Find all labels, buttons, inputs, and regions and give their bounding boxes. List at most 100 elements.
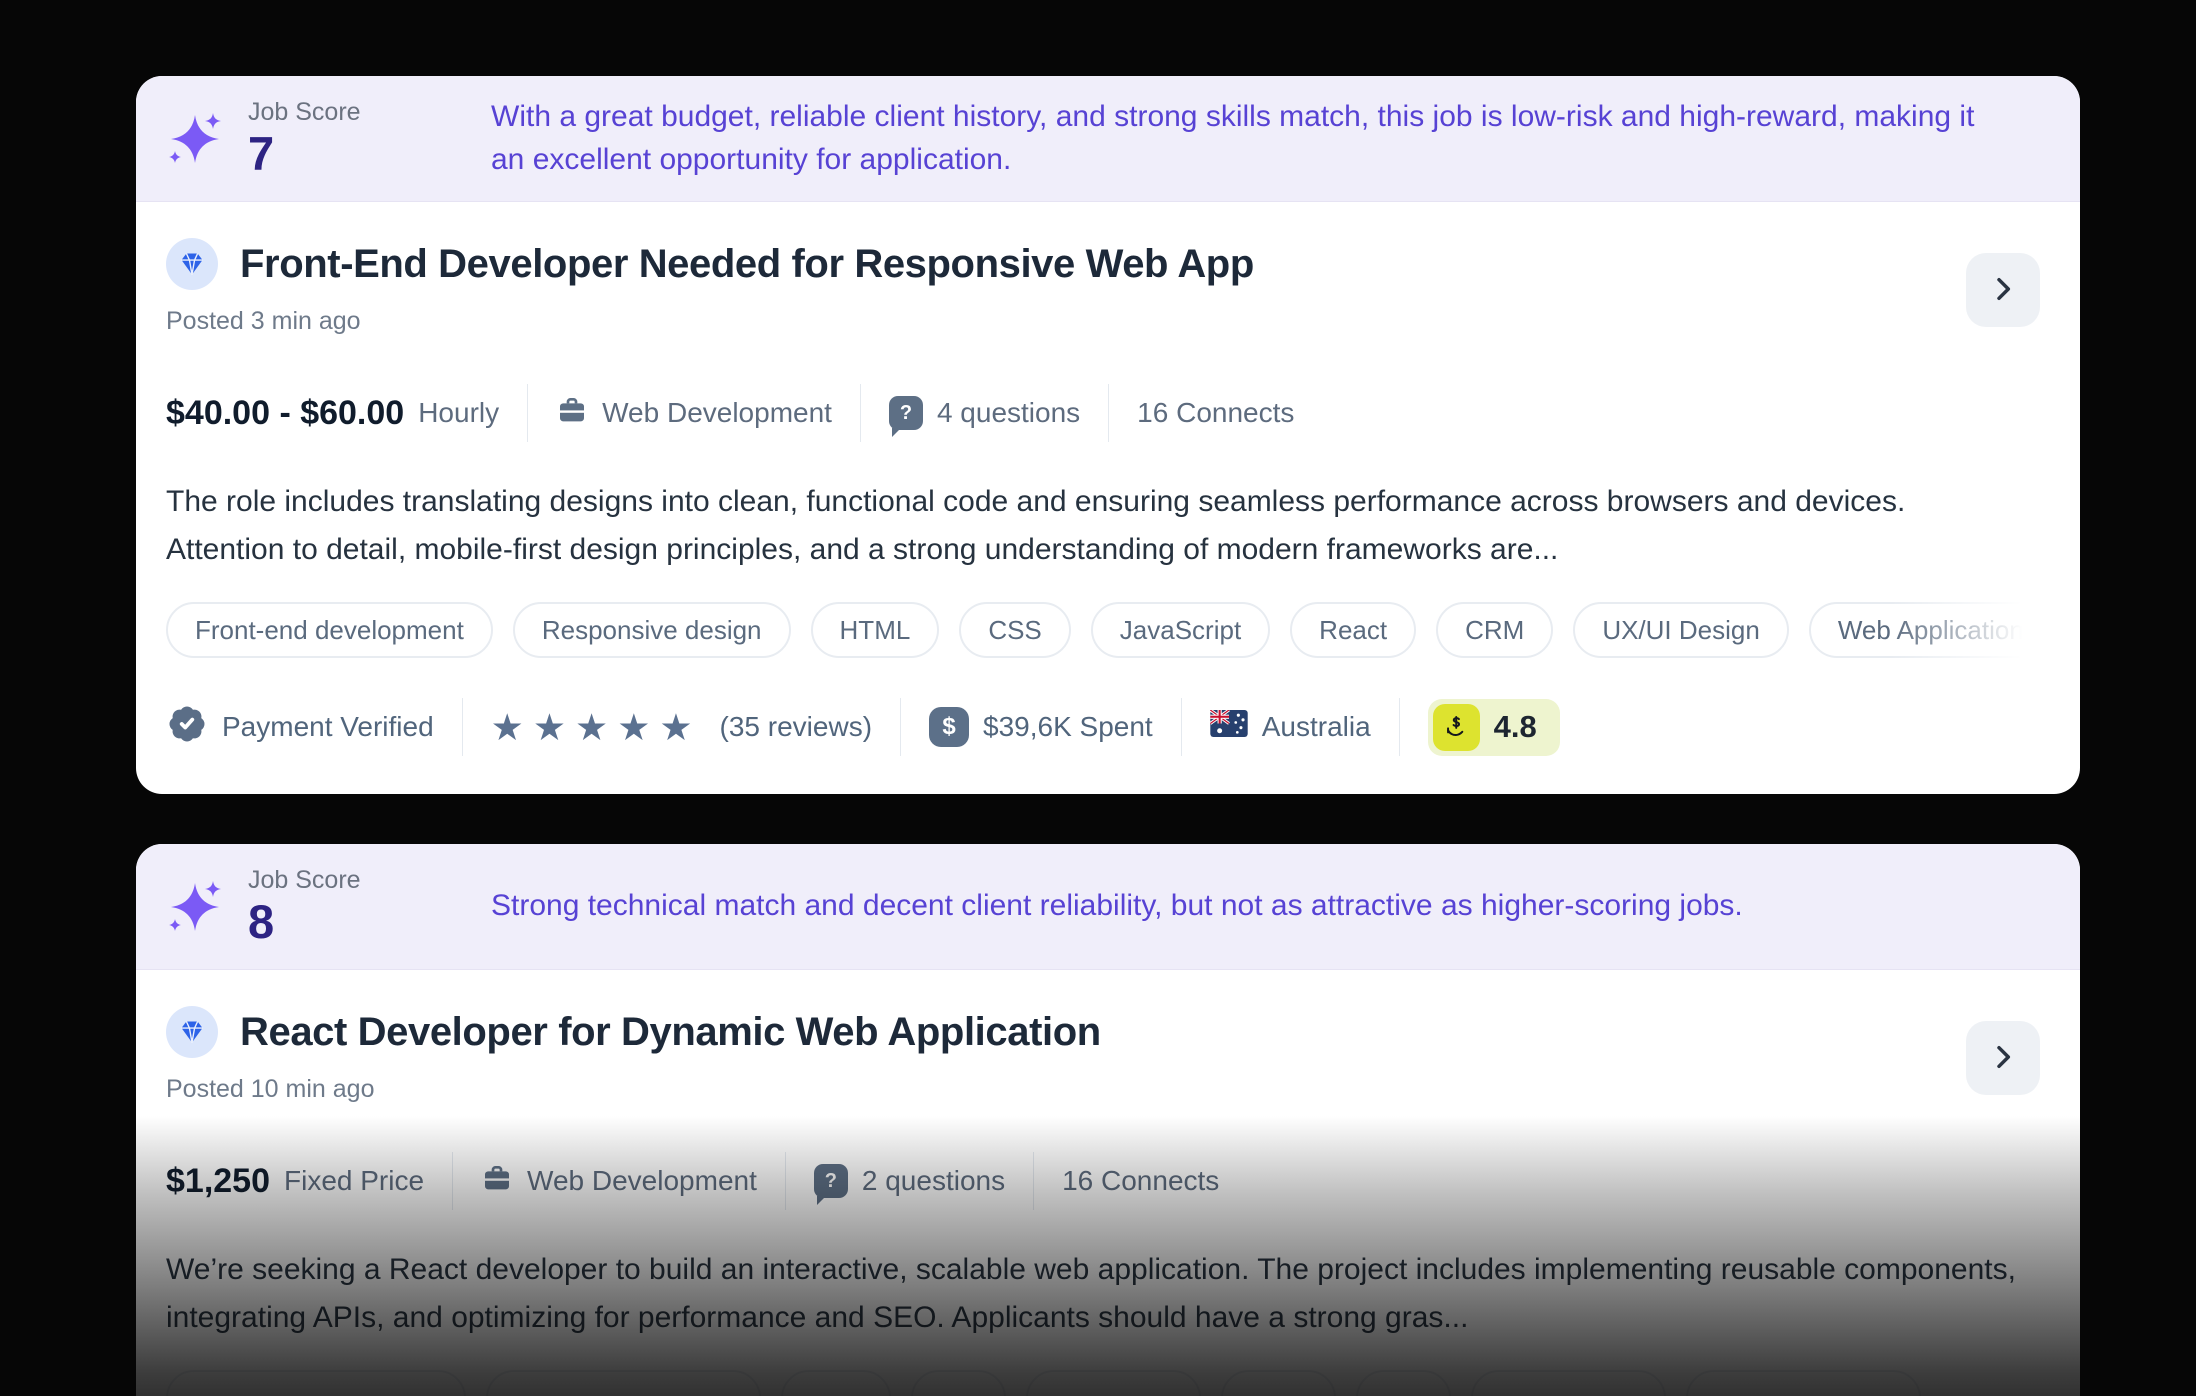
chevron-right-icon	[1987, 273, 2019, 308]
job-title-row: React Developer for Dynamic Web Applicat…	[166, 1006, 2040, 1058]
open-job-button[interactable]	[1966, 253, 2040, 327]
skill-tag[interactable]: UX/UI Design	[1573, 602, 1789, 658]
divider	[1108, 384, 1110, 442]
hand-coins-icon	[1432, 703, 1480, 751]
posted-time: Posted 10 min ago	[166, 1075, 375, 1103]
job-insight-text: Strong technical match and decent client…	[491, 889, 1743, 923]
star-icon: ★	[532, 706, 567, 748]
job-score-label: Job Score	[248, 865, 361, 894]
job-price-type: Fixed Price	[284, 1165, 425, 1196]
skill-tag	[1686, 1370, 1921, 1396]
rating-stars: ★ ★ ★ ★ ★	[491, 709, 702, 746]
question-bubble-icon: ?	[813, 1164, 848, 1205]
job-category: Web Development	[481, 1162, 757, 1201]
job-connects: 16 Connects	[1062, 1165, 1219, 1197]
job-score-band: Job Score 7 With a great budget, reliabl…	[136, 76, 2080, 202]
skill-tag	[1356, 1370, 1451, 1396]
skill-tag[interactable]: Front-end development	[166, 602, 493, 658]
skill-tag	[1221, 1370, 1336, 1396]
job-score-label: Job Score	[248, 97, 361, 126]
skill-tag[interactable]: Responsive design	[512, 602, 791, 658]
question-bubble-icon: ?	[888, 396, 923, 437]
divider	[859, 384, 861, 442]
reviews-count: (35 reviews)	[719, 711, 873, 742]
star-icon: ★	[659, 706, 693, 748]
job-title: Front-End Developer Needed for Responsiv…	[240, 241, 1254, 286]
job-insight-text: With a great budget, reliable client his…	[491, 99, 1975, 176]
client-rating: ★ ★ ★ ★ ★ (35 reviews)	[491, 709, 872, 746]
skill-tags: Front-end development Responsive design HT…	[166, 602, 2040, 658]
sparkles-icon	[162, 106, 228, 172]
job-connects: 16 Connects	[1137, 397, 1294, 429]
job-questions-label: 4 questions	[936, 397, 1081, 428]
job-price: $1,250	[166, 1161, 270, 1200]
client-country-label: Australia	[1261, 711, 1371, 742]
divider	[900, 698, 902, 756]
client-spent-label: $39,6K Spent	[983, 711, 1153, 742]
client-spent: $ $39,6K Spent	[929, 707, 1153, 747]
dollar-icon: $	[929, 707, 970, 747]
gem-icon	[166, 238, 218, 290]
skill-tag	[166, 1370, 466, 1396]
skill-tag	[781, 1370, 891, 1396]
divider	[1398, 698, 1400, 756]
open-job-button[interactable]	[1966, 1021, 2040, 1095]
job-score-band: Job Score 8 Strong technical match and d…	[136, 844, 2080, 970]
job-price-type: Hourly	[418, 397, 500, 428]
job-title: React Developer for Dynamic Web Applicat…	[240, 1009, 1101, 1054]
job-questions-label: 2 questions	[861, 1165, 1006, 1196]
star-icon: ★	[490, 706, 524, 748]
client-info-row: Payment Verified ★ ★ ★ ★ ★ (35 reviews) $ $3…	[166, 698, 2040, 756]
job-questions: ? 4 questions	[888, 396, 1081, 437]
job-connects-label: 16 Connects	[1137, 397, 1295, 428]
divider	[527, 384, 529, 442]
job-card[interactable]: Job Score 8 Strong technical match and d…	[136, 844, 2080, 1396]
client-score-value: 4.8	[1493, 709, 1537, 744]
posted-time: Posted 3 min ago	[166, 307, 361, 335]
skill-tag[interactable]: JavaScript	[1090, 602, 1271, 658]
skill-tags-row-faded	[166, 1370, 2040, 1396]
job-meta-row: $1,250 Fixed Price Web Development ? 2 q…	[166, 1152, 2040, 1210]
skill-tag[interactable]: CSS	[959, 602, 1071, 658]
sparkles-icon	[162, 874, 228, 940]
briefcase-icon	[481, 1162, 513, 1201]
divider	[784, 1152, 786, 1210]
job-category-label: Web Development	[527, 1165, 757, 1196]
star-icon: ★	[617, 706, 651, 748]
divider	[461, 698, 463, 756]
skill-tag	[486, 1370, 761, 1396]
client-country: Australia	[1209, 708, 1371, 744]
gem-icon	[166, 1006, 218, 1058]
skill-tag[interactable]: Web Application	[1808, 602, 2040, 658]
job-score-value: 8	[248, 894, 275, 948]
briefcase-icon	[556, 394, 588, 433]
job-meta-row: $40.00 - $60.00 Hourly Web Development ?…	[166, 384, 2040, 442]
job-connects-label: 16 Connects	[1062, 1165, 1220, 1196]
australia-flag-icon	[1209, 708, 1248, 744]
skill-tag	[1471, 1370, 1666, 1396]
job-score-value: 7	[248, 126, 275, 180]
client-score-badge: 4.8	[1427, 698, 1560, 756]
job-title-row: Front-End Developer Needed for Responsiv…	[166, 238, 2040, 290]
skill-tag[interactable]: React	[1290, 602, 1417, 658]
skill-tags-row: Front-end development Responsive design HT…	[166, 602, 2040, 658]
job-category: Web Development	[556, 394, 832, 433]
divider	[1180, 698, 1182, 756]
skill-tag[interactable]: HTML	[810, 602, 940, 658]
job-description: The role includes translating designs in…	[166, 485, 1906, 566]
skill-tag	[1026, 1370, 1201, 1396]
job-price: $40.00 - $60.00	[166, 393, 405, 432]
job-category-label: Web Development	[602, 397, 832, 428]
skill-tag[interactable]: CRM	[1436, 602, 1554, 658]
job-card[interactable]: Job Score 7 With a great budget, reliabl…	[136, 76, 2080, 794]
skill-tag	[911, 1370, 1006, 1396]
job-description: We’re seeking a React developer to build…	[166, 1253, 2016, 1334]
badge-check-icon	[166, 703, 208, 752]
star-icon: ★	[575, 706, 609, 748]
divider	[1033, 1152, 1035, 1210]
chevron-right-icon	[1987, 1041, 2019, 1076]
divider	[452, 1152, 454, 1210]
payment-verified: Payment Verified	[166, 703, 434, 752]
job-score-block: Job Score 7	[136, 76, 491, 201]
payment-verified-label: Payment Verified	[222, 711, 434, 742]
